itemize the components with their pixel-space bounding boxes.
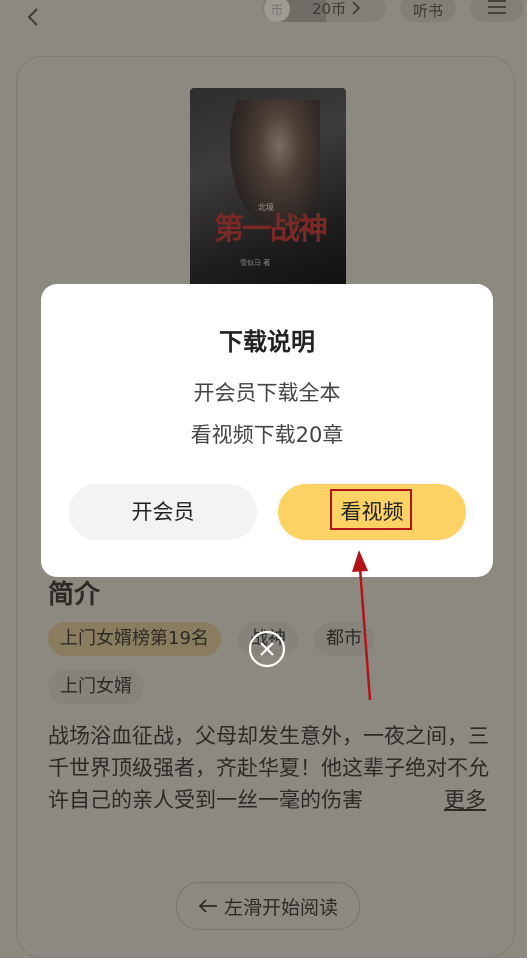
cover-author: 雪似马 著 (240, 259, 271, 267)
dialog-video-description: 看视频下载20章 (190, 423, 344, 447)
open-membership-button[interactable]: 开会员 (69, 484, 257, 540)
chevron-right-icon (352, 1, 361, 15)
close-icon[interactable] (248, 630, 286, 668)
arrow-left-icon (198, 899, 217, 913)
intro-title: 简介 (48, 580, 101, 610)
back-icon[interactable] (22, 6, 46, 30)
menu-icon[interactable] (487, 0, 507, 14)
top-bar: 币 20币 听书 (0, 0, 527, 40)
dialog-member-description: 开会员下载全本 (193, 381, 341, 405)
annotation-arrow (352, 550, 372, 701)
cover-title: 第一战神 (214, 212, 328, 247)
start-reading-label: 左滑开始阅读 (223, 896, 338, 919)
book-cover[interactable]: 北境 第一战神 雪似马 著 (190, 88, 346, 293)
dialog-title: 下载说明 (219, 328, 315, 356)
listen-button[interactable]: 听书 (400, 0, 456, 22)
annotation-highlight-box (330, 489, 412, 530)
coin-balance-label: 20币 (312, 0, 347, 18)
tag-son-in-law[interactable]: 上门女婿 (48, 670, 144, 704)
download-dialog: 下载说明 开会员下载全本 看视频下载20章 开会员 看视频 (41, 284, 493, 577)
start-reading-button[interactable]: 左滑开始阅读 (176, 882, 360, 930)
tag-rank[interactable]: 上门女婿榜第19名 (48, 622, 221, 656)
synopsis-fade (360, 784, 440, 816)
more-link[interactable]: 更多 (444, 784, 486, 816)
